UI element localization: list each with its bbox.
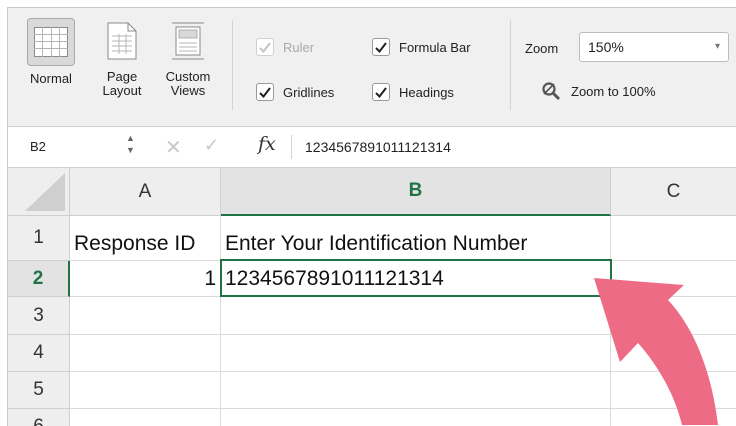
annotation-arrow-icon [594, 278, 718, 425]
